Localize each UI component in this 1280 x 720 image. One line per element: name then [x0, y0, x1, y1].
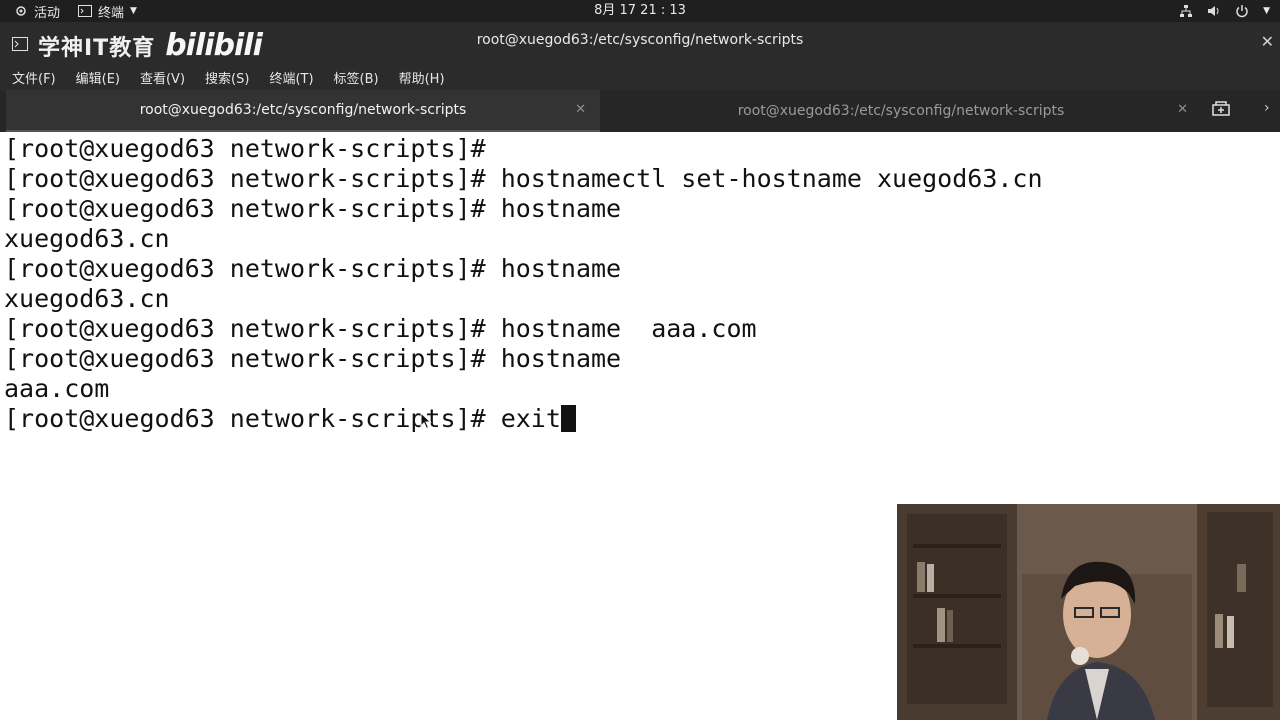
- close-icon[interactable]: ✕: [1177, 102, 1188, 117]
- scroll-right-icon[interactable]: ›: [1264, 100, 1270, 116]
- power-icon[interactable]: [1235, 4, 1249, 18]
- new-tab-icon[interactable]: [1212, 101, 1230, 121]
- text-cursor: [560, 405, 576, 432]
- close-icon[interactable]: ✕: [1261, 32, 1274, 51]
- terminal-line: [root@xuegod63 network-scripts]# hostnam…: [4, 254, 622, 283]
- volume-icon[interactable]: [1207, 4, 1221, 18]
- menu-view[interactable]: 查看(V): [128, 68, 193, 87]
- system-top-bar: 活动 终端 ▼ 8月 17 21 : 13 ▼: [0, 0, 1280, 22]
- menu-file[interactable]: 文件(F): [0, 68, 64, 87]
- terminal-line: [root@xuegod63 network-scripts]# hostnam…: [4, 194, 622, 223]
- chevron-down-icon[interactable]: ▼: [1263, 6, 1270, 16]
- network-wired-icon[interactable]: [1179, 4, 1193, 18]
- current-command: [root@xuegod63 network-scripts]# exit: [4, 404, 561, 433]
- tab-2[interactable]: root@xuegod63:/etc/sysconfig/network-scr…: [600, 90, 1202, 132]
- window-titlebar[interactable]: 学神IT教育 bilibili root@xuegod63:/etc/sysco…: [0, 22, 1280, 64]
- terminal-line: [root@xuegod63 network-scripts]#: [4, 134, 486, 163]
- terminal-line: xuegod63.cn: [4, 224, 170, 253]
- terminal-line: [root@xuegod63 network-scripts]# hostnam…: [4, 344, 622, 373]
- menu-help[interactable]: 帮助(H): [387, 68, 453, 87]
- terminal-line: xuegod63.cn: [4, 284, 170, 313]
- mouse-pointer-icon: [420, 411, 432, 434]
- window-title: root@xuegod63:/etc/sysconfig/network-scr…: [476, 32, 804, 48]
- tab-label: root@xuegod63:/etc/sysconfig/network-scr…: [737, 103, 1065, 119]
- tab-1[interactable]: root@xuegod63:/etc/sysconfig/network-scr…: [6, 90, 600, 132]
- menu-tabs[interactable]: 标签(B): [322, 68, 387, 87]
- tab-label: root@xuegod63:/etc/sysconfig/network-scr…: [139, 102, 467, 118]
- menu-search[interactable]: 搜索(S): [193, 68, 257, 87]
- tab-bar: root@xuegod63:/etc/sysconfig/network-scr…: [0, 90, 1280, 132]
- terminal-line-current[interactable]: [root@xuegod63 network-scripts]# exit: [4, 404, 576, 434]
- terminal-line: aaa.com: [4, 374, 110, 403]
- menu-bar: 文件(F) 编辑(E) 查看(V) 搜索(S) 终端(T) 标签(B) 帮助(H…: [0, 64, 1280, 90]
- close-icon[interactable]: ✕: [575, 102, 586, 117]
- menu-edit[interactable]: 编辑(E): [64, 68, 128, 87]
- terminal-line: [root@xuegod63 network-scripts]# hostnam…: [4, 164, 1043, 193]
- menu-terminal[interactable]: 终端(T): [257, 68, 321, 87]
- clock[interactable]: 8月 17 21 : 13: [0, 0, 1280, 22]
- webcam-overlay: [897, 504, 1280, 720]
- terminal-line: [root@xuegod63 network-scripts]# hostnam…: [4, 314, 757, 343]
